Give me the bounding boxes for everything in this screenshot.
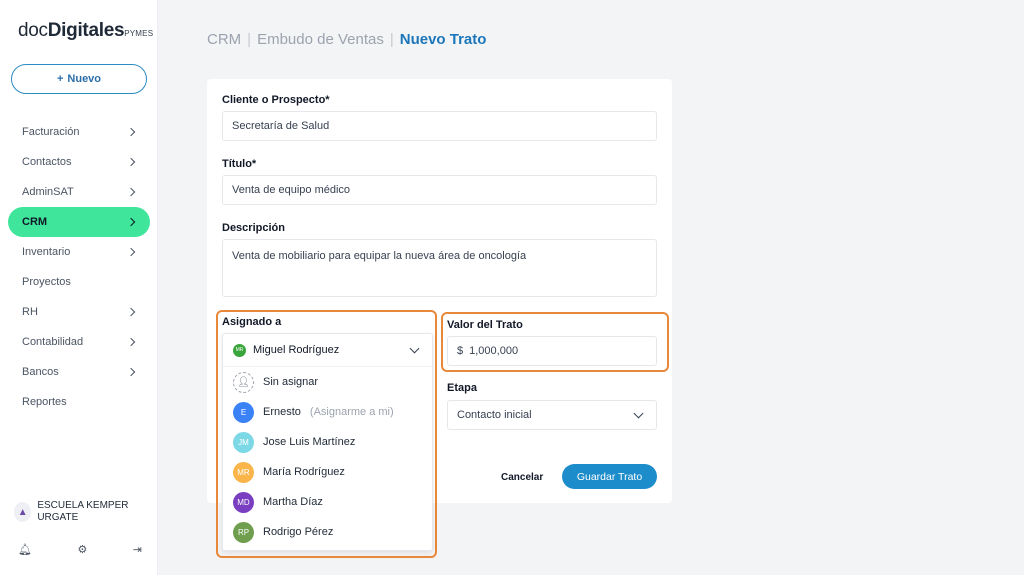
organization[interactable]: ▲ ESCUELA KEMPER URGATE — [14, 500, 154, 524]
sidebar-item-label: CRM — [22, 216, 48, 228]
sidebar-item-label: Contabilidad — [22, 336, 84, 348]
new-button-label: Nuevo — [67, 73, 102, 85]
deal-value-highlight — [441, 312, 669, 372]
breadcrumb-separator: | — [389, 31, 394, 48]
sidebar-item-inventario[interactable]: Inventario — [8, 237, 150, 267]
sidebar-item-label: Contactos — [22, 156, 72, 168]
breadcrumb-current: Nuevo Trato — [399, 31, 487, 48]
stage-label: Etapa — [447, 382, 477, 394]
sidebar-item-label: Bancos — [22, 366, 59, 378]
sidebar-item-label: Reportes — [22, 396, 67, 408]
organization-logo-icon: ▲ — [14, 502, 32, 522]
sidebar-item-crm[interactable]: CRM — [8, 207, 150, 237]
chevron-right-icon — [126, 367, 136, 377]
sidebar-footer: 🔔︎ ⚙︎ ⇥ — [18, 543, 142, 556]
brand-part1: doc — [18, 20, 48, 41]
title-field[interactable]: Venta de equipo médico — [222, 175, 657, 205]
assigned-highlight — [216, 310, 437, 558]
sidebar-nav: Facturación Contactos AdminSAT CRM Inventari… — [8, 117, 150, 417]
description-label: Descripción — [222, 222, 285, 234]
sidebar-item-label: Proyectos — [22, 276, 71, 288]
bell-icon[interactable]: 🔔︎ — [18, 543, 32, 556]
sidebar-item-label: AdminSAT — [22, 186, 74, 198]
sidebar-item-bancos[interactable]: Bancos — [8, 357, 150, 387]
breadcrumb-separator: | — [247, 31, 252, 48]
brand-logo[interactable]: docDigitalesPYMES — [18, 20, 153, 42]
breadcrumb: CRM | Embudo de Ventas | Nuevo Trato — [207, 31, 486, 48]
logout-icon[interactable]: ⇥ — [133, 543, 142, 556]
chevron-right-icon — [126, 157, 136, 167]
brand-part2: Digitales — [47, 20, 125, 41]
description-field[interactable]: Venta de mobiliario para equipar la nuev… — [222, 239, 657, 297]
sidebar-item-rh[interactable]: RH — [8, 297, 150, 327]
sidebar-item-contactos[interactable]: Contactos — [8, 147, 150, 177]
breadcrumb-pipeline[interactable]: Embudo de Ventas — [257, 31, 384, 48]
sidebar-item-contabilidad[interactable]: Contabilidad — [8, 327, 150, 357]
gear-icon[interactable]: ⚙︎ — [77, 543, 87, 556]
save-deal-button[interactable]: Guardar Trato — [562, 464, 657, 489]
sidebar-item-label: Inventario — [22, 246, 71, 258]
stage-select[interactable]: Contacto inicial — [447, 400, 657, 430]
description-value: Venta de mobiliario para equipar la nuev… — [232, 250, 527, 262]
chevron-right-icon — [126, 247, 136, 257]
sidebar: docDigitalesPYMES + Nuevo Facturación Con… — [0, 0, 158, 575]
new-button[interactable]: + Nuevo — [11, 64, 147, 94]
plus-icon: + — [56, 73, 64, 85]
stage-value: Contacto inicial — [457, 409, 532, 421]
chevron-right-icon — [126, 127, 136, 137]
client-value: Secretaría de Salud — [232, 120, 330, 132]
breadcrumb-crm[interactable]: CRM — [207, 31, 241, 48]
chevron-down-icon[interactable] — [633, 408, 644, 418]
sidebar-item-facturacion[interactable]: Facturación — [8, 117, 150, 147]
client-label: Cliente o Prospecto* — [222, 94, 330, 106]
chevron-right-icon — [126, 187, 136, 197]
sidebar-item-label: Facturación — [22, 126, 80, 138]
sidebar-item-reportes[interactable]: Reportes — [8, 387, 150, 417]
chevron-right-icon — [126, 217, 136, 227]
cancel-button[interactable]: Cancelar — [501, 466, 543, 488]
sidebar-item-label: RH — [22, 306, 38, 318]
organization-name: ESCUELA KEMPER URGATE — [37, 500, 129, 523]
chevron-right-icon — [126, 307, 136, 317]
brand-suffix: PYMES — [124, 29, 154, 38]
sidebar-item-adminsat[interactable]: AdminSAT — [8, 177, 150, 207]
sidebar-item-proyectos[interactable]: Proyectos — [8, 267, 150, 297]
title-value: Venta de equipo médico — [232, 184, 351, 196]
title-label: Título* — [222, 158, 257, 170]
chevron-right-icon — [126, 337, 136, 347]
client-field[interactable]: Secretaría de Salud — [222, 111, 657, 141]
